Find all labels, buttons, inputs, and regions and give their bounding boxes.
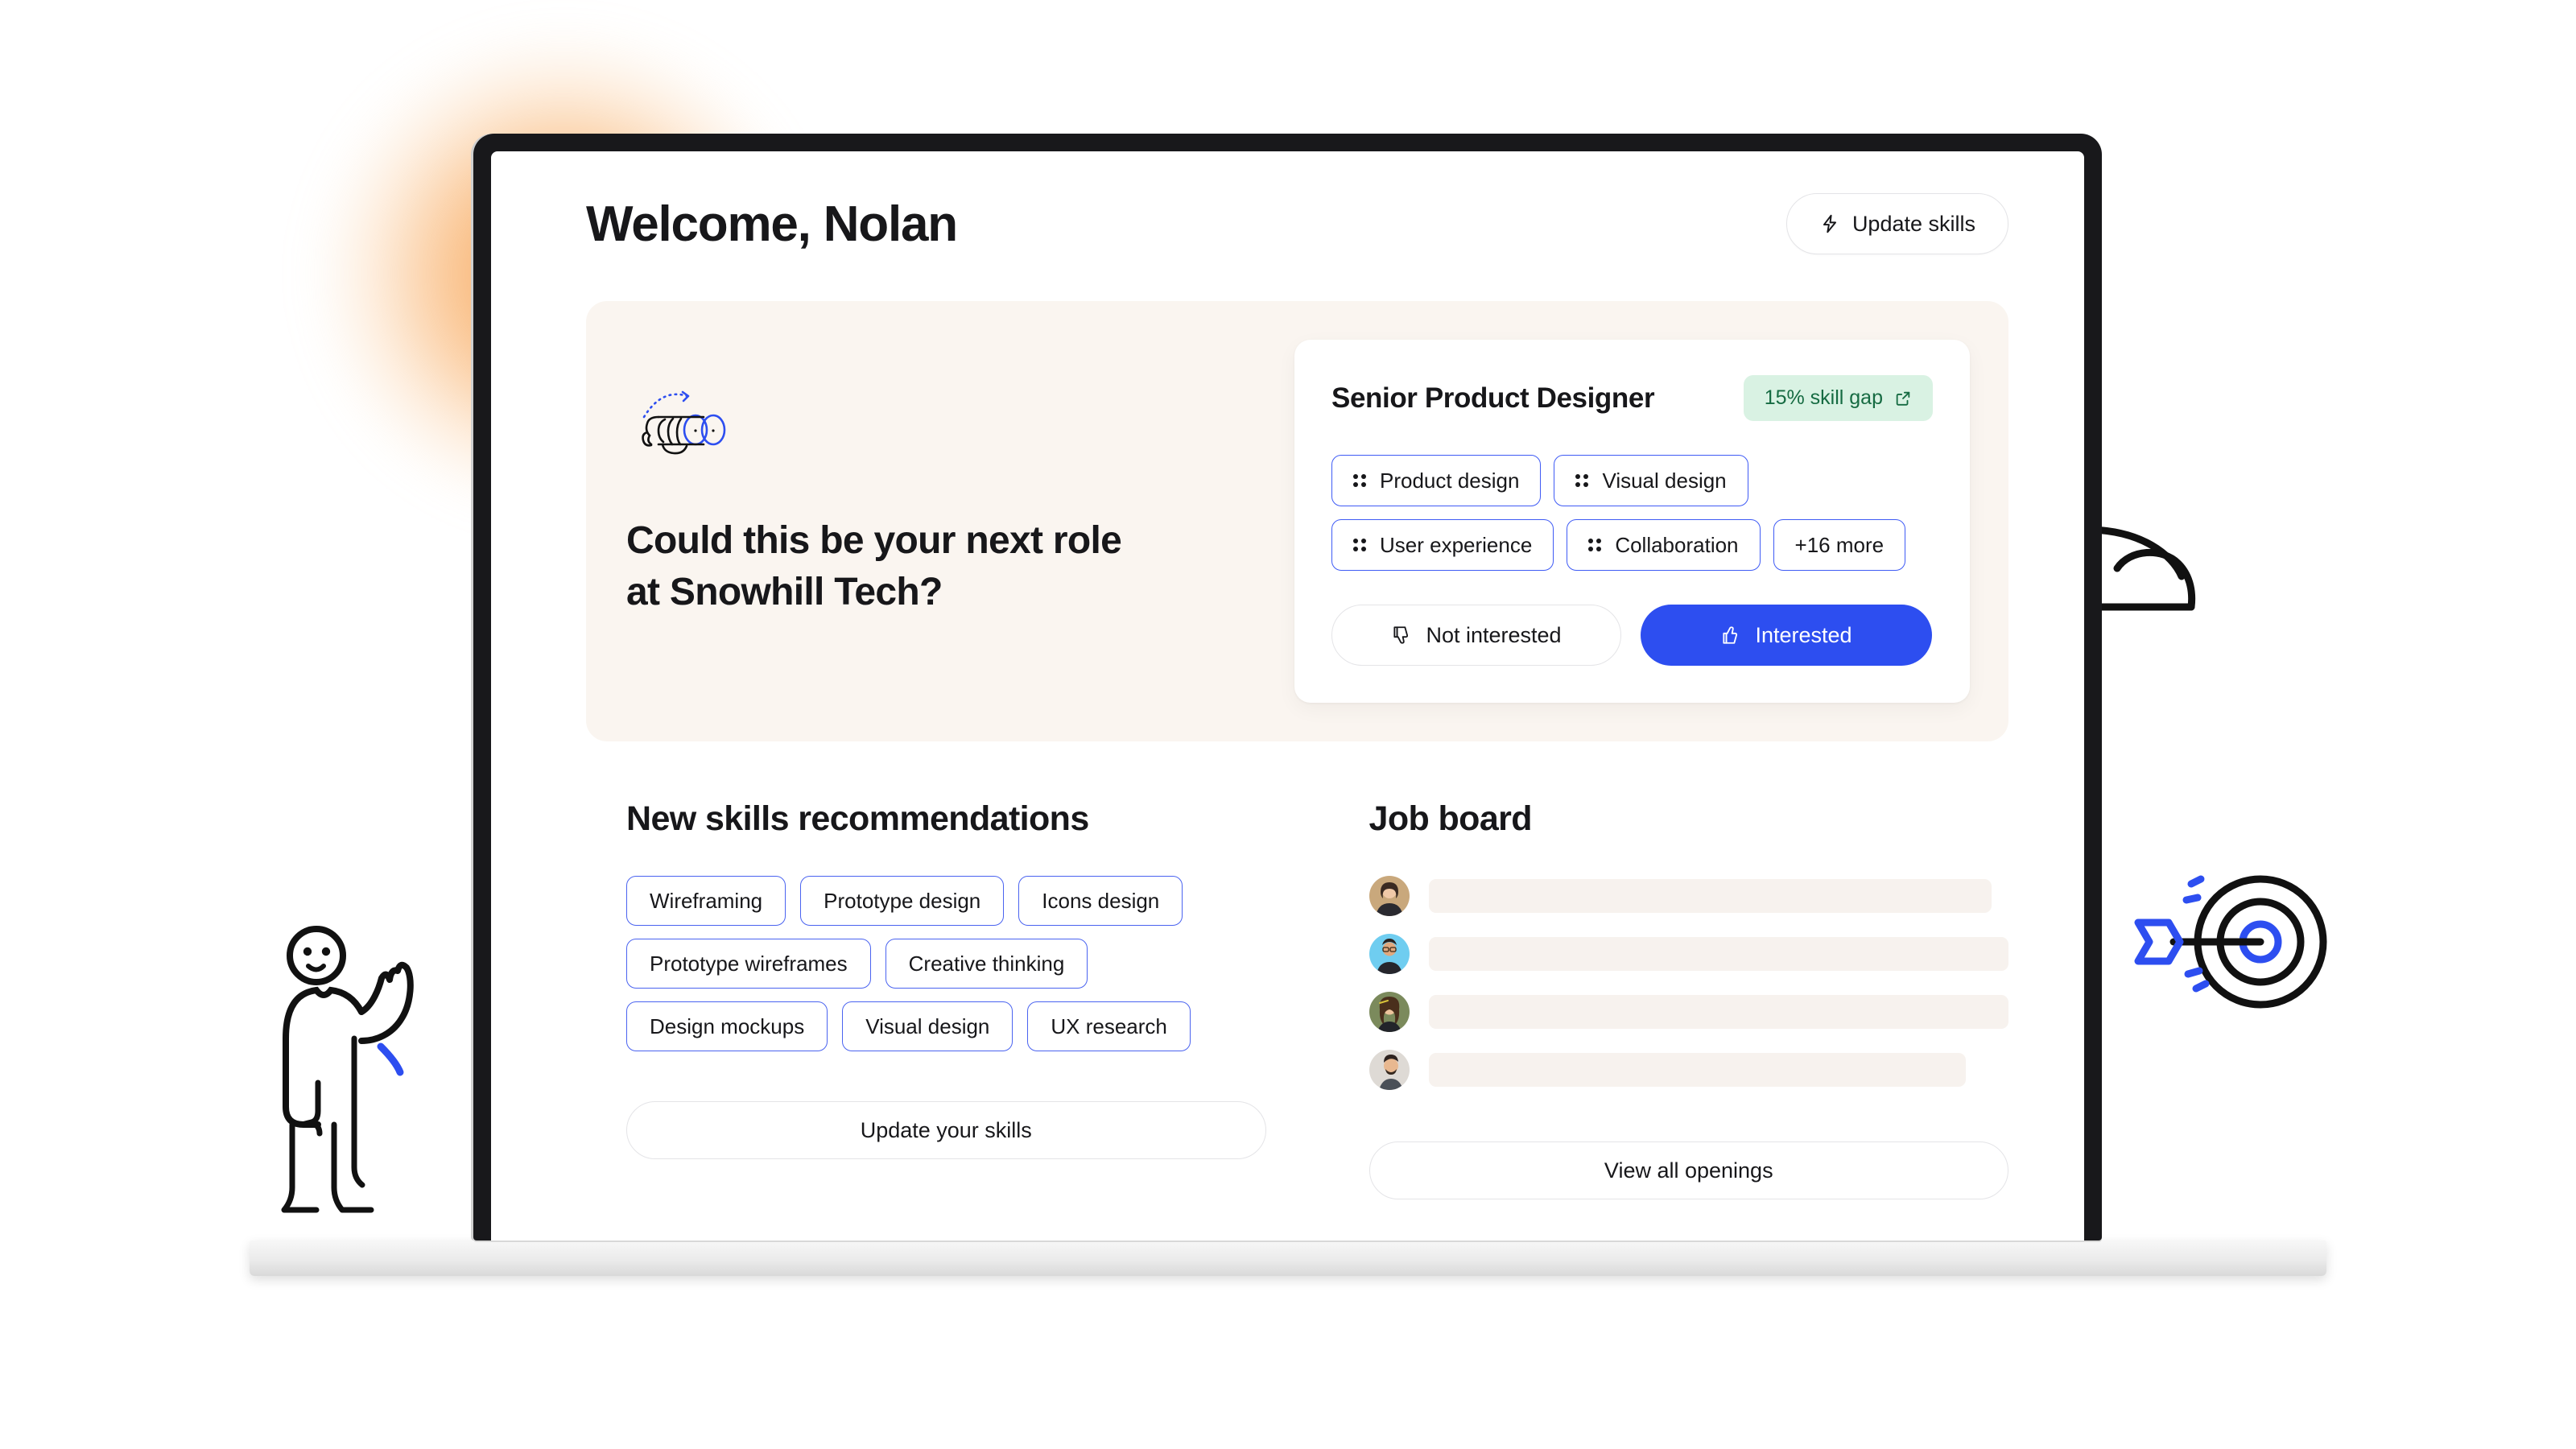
interested-label: Interested xyxy=(1755,622,1852,647)
job-skeleton xyxy=(1428,879,1992,913)
laptop-screen: Welcome, Nolan Update skills Could this … xyxy=(491,151,2084,1241)
waving-person-icon xyxy=(281,926,414,1213)
dots-grid-icon xyxy=(1353,474,1366,487)
laptop-frame: Welcome, Nolan Update skills Could this … xyxy=(473,134,2102,1241)
page-title: Welcome, Nolan xyxy=(586,196,958,252)
role-chip[interactable]: Collaboration xyxy=(1567,519,1761,571)
app-viewport: Welcome, Nolan Update skills Could this … xyxy=(491,151,2084,1241)
hero-card: Could this be your next role at Snowhill… xyxy=(586,301,2008,741)
recommendation-chip[interactable]: Icons design xyxy=(1018,876,1183,926)
recommendations-title: New skills recommendations xyxy=(626,799,1089,838)
update-your-skills-button[interactable]: Update your skills xyxy=(626,1101,1266,1159)
thumbs-down-icon xyxy=(1393,626,1409,644)
role-actions: Not interested Interested xyxy=(1331,605,1933,666)
recommendation-chip[interactable]: Design mockups xyxy=(626,1001,828,1051)
dots-grid-icon xyxy=(1588,539,1602,551)
dots-grid-icon xyxy=(1353,539,1366,551)
recommendations-column: New skills recommendations Wireframing P… xyxy=(626,799,1266,1199)
laptop-base xyxy=(250,1241,2326,1276)
recommendation-chips: Wireframing Prototype design Icons desig… xyxy=(626,876,1266,1051)
job-row[interactable] xyxy=(1368,876,2009,916)
avatar xyxy=(1368,992,1410,1032)
interested-button[interactable]: Interested xyxy=(1641,605,1932,666)
role-chip-label: Product design xyxy=(1380,468,1520,493)
lower-section: New skills recommendations Wireframing P… xyxy=(586,741,2008,1199)
job-row[interactable] xyxy=(1368,992,2008,1032)
hero-headline-line2: at Snowhill Tech? xyxy=(626,571,943,614)
role-card: Senior Product Designer 15% skill gap Pr… xyxy=(1294,340,1970,703)
job-row[interactable] xyxy=(1368,934,2008,974)
cloud-icon xyxy=(2086,526,2196,611)
job-list xyxy=(1368,876,2009,1090)
recommendation-chip[interactable]: Prototype design xyxy=(800,876,1005,926)
role-chip-label: Visual design xyxy=(1602,468,1727,493)
recommendation-chip[interactable]: Creative thinking xyxy=(885,939,1088,989)
update-skills-button[interactable]: Update skills xyxy=(1785,193,2008,254)
role-chip-label: User experience xyxy=(1380,532,1533,557)
role-skill-chips: Product design Visual design User experi… xyxy=(1331,455,1933,571)
recommendation-chip[interactable]: Wireframing xyxy=(626,876,786,926)
thumbs-up-icon xyxy=(1723,626,1738,644)
view-all-openings-button[interactable]: View all openings xyxy=(1368,1141,2008,1199)
not-interested-button[interactable]: Not interested xyxy=(1331,605,1621,666)
app-header: Welcome, Nolan Update skills xyxy=(586,193,2008,254)
hero-right-panel: Senior Product Designer 15% skill gap Pr… xyxy=(1294,340,1970,703)
not-interested-label: Not interested xyxy=(1426,622,1562,647)
hero-headline-line1: Could this be your next role xyxy=(626,519,1122,562)
job-skeleton xyxy=(1428,937,2008,971)
role-card-header: Senior Product Designer 15% skill gap xyxy=(1331,375,1933,421)
avatar xyxy=(1368,876,1410,916)
hero-headline: Could this be your next role at Snowhill… xyxy=(626,515,1238,619)
skill-gap-badge[interactable]: 15% skill gap xyxy=(1743,375,1933,421)
avatar xyxy=(1368,934,1410,974)
recommendation-chip[interactable]: Prototype wireframes xyxy=(626,939,871,989)
hero-left-panel: Could this be your next role at Snowhill… xyxy=(586,340,1294,703)
job-skeleton xyxy=(1428,995,2008,1029)
dots-grid-icon xyxy=(1575,474,1589,487)
role-title: Senior Product Designer xyxy=(1331,382,1655,414)
role-chip-label: Collaboration xyxy=(1615,532,1739,557)
avatar xyxy=(1368,1050,1410,1090)
job-skeleton xyxy=(1428,1053,1966,1087)
job-board-title: Job board xyxy=(1368,799,1533,838)
job-board-column: Job board View all openings xyxy=(1368,799,2009,1199)
role-chip[interactable]: Product design xyxy=(1331,455,1542,506)
lightning-bolt-icon xyxy=(1823,214,1836,233)
skill-gap-label: 15% skill gap xyxy=(1764,386,1883,409)
recommendation-chip[interactable]: Visual design xyxy=(842,1001,1013,1051)
role-chip-more[interactable]: +16 more xyxy=(1773,519,1906,571)
role-chip-label: +16 more xyxy=(1794,532,1885,557)
update-skills-label: Update skills xyxy=(1852,211,1975,236)
external-link-icon xyxy=(1896,391,1910,406)
role-chip[interactable]: Visual design xyxy=(1554,455,1748,506)
job-row[interactable] xyxy=(1368,1050,2009,1090)
target-arrow-icon xyxy=(2134,875,2327,1009)
recommendation-chip[interactable]: UX research xyxy=(1027,1001,1191,1051)
binoculars-icon xyxy=(642,390,726,455)
role-chip[interactable]: User experience xyxy=(1331,519,1554,571)
